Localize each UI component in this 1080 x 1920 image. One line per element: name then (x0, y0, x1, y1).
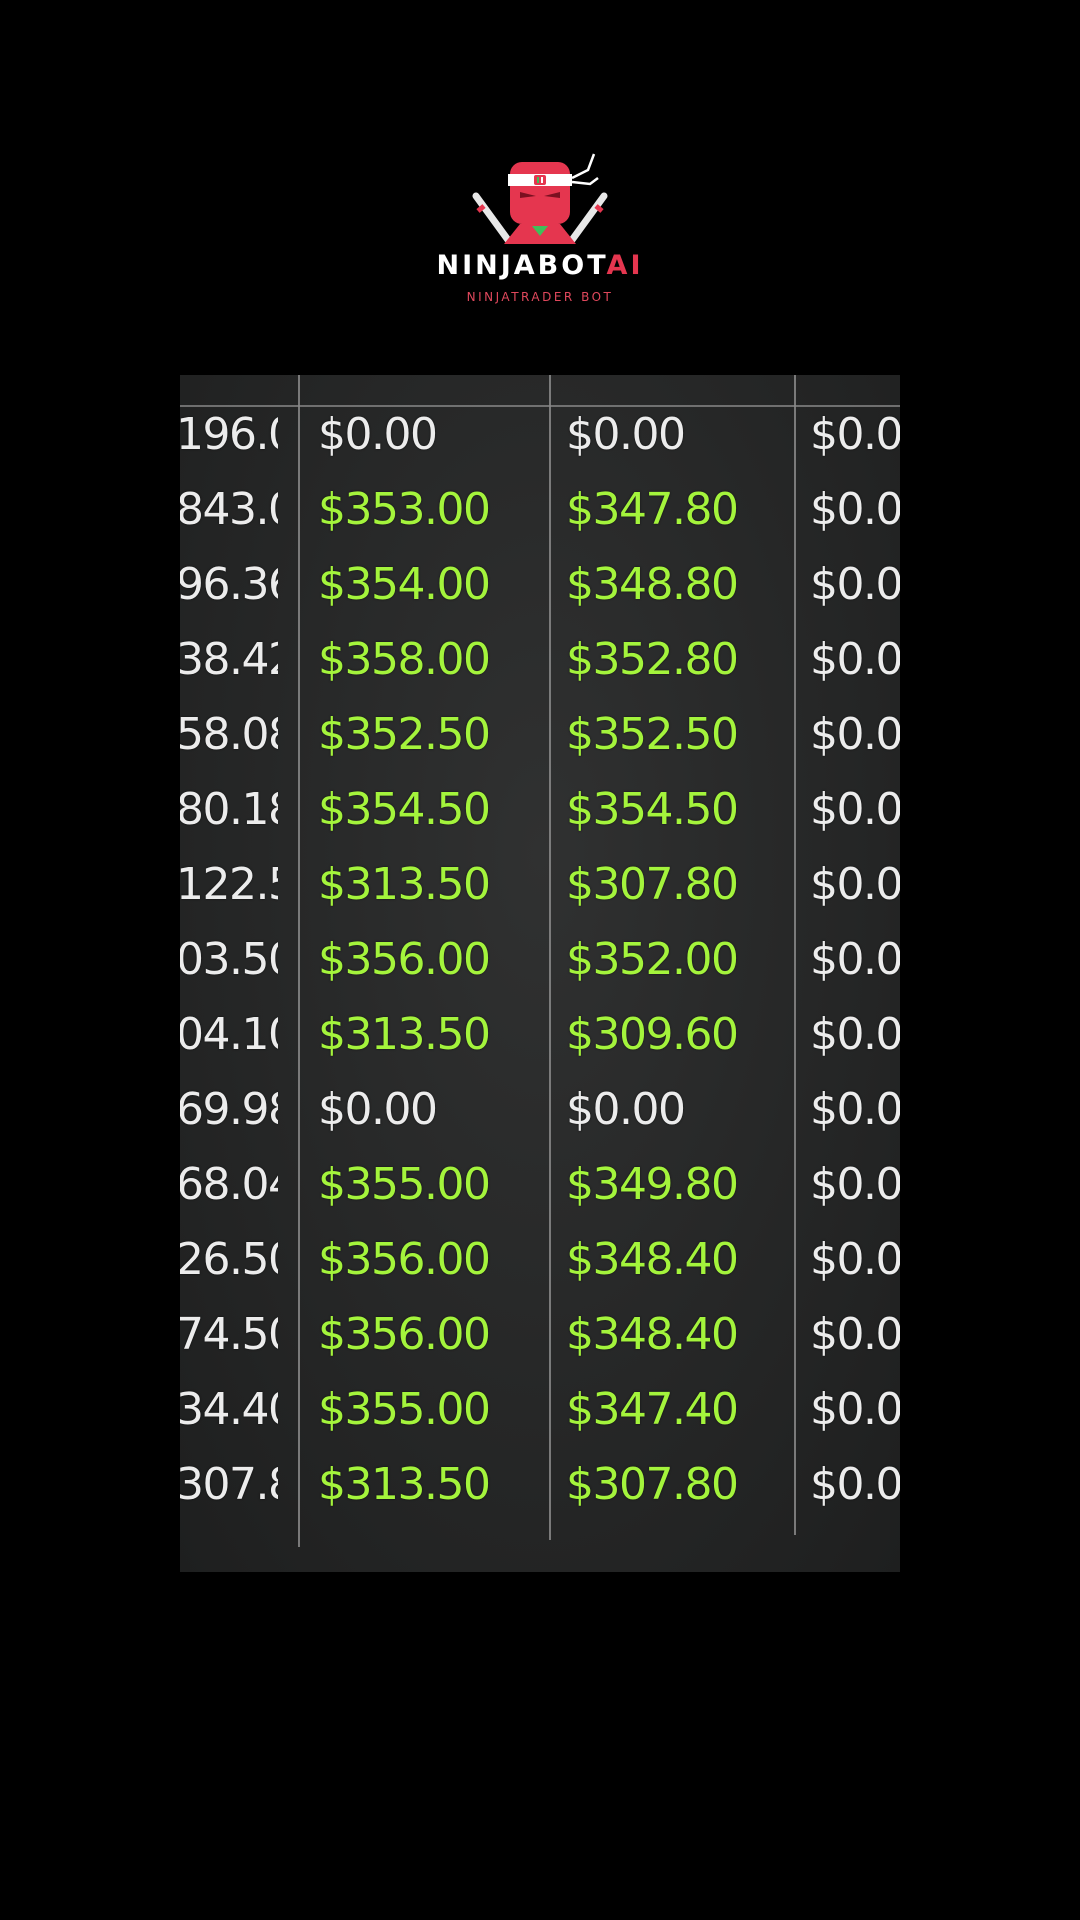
table-row: 69.98 $0.00 $0.00 $0.00 (180, 1080, 900, 1140)
cell-col-d: $0.00 (810, 1384, 900, 1435)
cell-col-b: $352.50 (318, 709, 491, 760)
cell-col-a: 307.8 (180, 1459, 278, 1510)
table-row: 307.8 $313.50 $307.80 $0.00 (180, 1455, 900, 1515)
column-header-fragment (186, 375, 276, 387)
cell-col-a: 04.10 (180, 1009, 278, 1060)
brand-name-part2: AI (606, 250, 644, 281)
cell-col-a: 74.50 (180, 1309, 278, 1360)
cell-col-a: 80.18 (180, 784, 278, 835)
cell-col-d: $0.00 (810, 1084, 900, 1135)
cell-col-b: $356.00 (318, 934, 491, 985)
cell-col-a: 196.0 (180, 409, 278, 460)
cell-col-b: $356.00 (318, 1234, 491, 1285)
cell-col-d: $0.00 (810, 634, 900, 685)
cell-col-c: $352.00 (566, 934, 739, 985)
cell-col-b: $358.00 (318, 634, 491, 685)
cell-col-d: $0.00 (810, 1309, 900, 1360)
cell-col-b: $353.00 (318, 484, 491, 535)
cell-col-a: 58.08 (180, 709, 278, 760)
cell-col-c: $352.80 (566, 634, 739, 685)
cell-col-a: 03.50 (180, 934, 278, 985)
cell-col-d: $0.00 (810, 1234, 900, 1285)
cell-col-a: 38.42 (180, 634, 278, 685)
table-row: 80.18 $354.50 $354.50 $0.00 (180, 780, 900, 840)
cell-col-c: $0.00 (566, 409, 686, 460)
table-row: 68.04 $355.00 $349.80 $0.00 (180, 1155, 900, 1215)
table-row: 03.50 $356.00 $352.00 $0.00 (180, 930, 900, 990)
table-row: 38.42 $358.00 $352.80 $0.00 (180, 630, 900, 690)
cell-col-d: $0.00 (810, 859, 900, 910)
cell-col-a: 122.5 (180, 859, 278, 910)
cell-col-b: $313.50 (318, 1009, 491, 1060)
cell-col-b: $354.50 (318, 784, 491, 835)
brand-tagline: NINJATRADER BOT (466, 290, 614, 304)
table-row: 843.0 $353.00 $347.80 $0.00 (180, 480, 900, 540)
cell-col-c: $348.40 (566, 1309, 739, 1360)
cell-col-b: $355.00 (318, 1159, 491, 1210)
cell-col-b: $356.00 (318, 1309, 491, 1360)
table-row: 34.40 $355.00 $347.40 $0.00 (180, 1380, 900, 1440)
cell-col-a: 96.36 (180, 559, 278, 610)
cell-col-a: 843.0 (180, 484, 278, 535)
cell-col-c: $354.50 (566, 784, 739, 835)
cell-col-b: $313.50 (318, 859, 491, 910)
table-row: 58.08 $352.50 $352.50 $0.00 (180, 705, 900, 765)
table-row: 04.10 $313.50 $309.60 $0.00 (180, 1005, 900, 1065)
brand-logo: NINJABOTAI NINJATRADER BOT (380, 140, 700, 320)
cell-col-c: $349.80 (566, 1159, 739, 1210)
cell-col-c: $348.80 (566, 559, 739, 610)
table-row: 26.50 $356.00 $348.40 $0.00 (180, 1230, 900, 1290)
cell-col-d: $0.00 (810, 409, 900, 460)
cell-col-c: $307.80 (566, 859, 739, 910)
cell-col-a: 69.98 (180, 1084, 278, 1135)
cell-col-d: $0.00 (810, 559, 900, 610)
trades-table-photo: 196.0 $0.00 $0.00 $0.00 843.0 $353.00 $347.80 $… (180, 375, 900, 1572)
cell-col-b: $354.00 (318, 559, 491, 610)
cell-col-a: 34.40 (180, 1384, 278, 1435)
cell-col-a: 26.50 (180, 1234, 278, 1285)
cell-col-d: $0.00 (810, 934, 900, 985)
cell-col-d: $0.00 (810, 1459, 900, 1510)
cell-col-c: $347.40 (566, 1384, 739, 1435)
ninja-robot-icon (472, 153, 608, 244)
table-row: 96.36 $354.00 $348.80 $0.00 (180, 555, 900, 615)
cell-col-b: $313.50 (318, 1459, 491, 1510)
cell-col-a: 68.04 (180, 1159, 278, 1210)
brand-name: NINJABOTAI (380, 252, 700, 279)
cell-col-d: $0.00 (810, 709, 900, 760)
cell-col-d: $0.00 (810, 1159, 900, 1210)
cell-col-c: $348.40 (566, 1234, 739, 1285)
cell-col-c: $347.80 (566, 484, 739, 535)
cell-col-b: $355.00 (318, 1384, 491, 1435)
cell-col-d: $0.00 (810, 1009, 900, 1060)
cell-col-b: $0.00 (318, 1084, 438, 1135)
table-row: 196.0 $0.00 $0.00 $0.00 (180, 405, 900, 465)
cell-col-c: $352.50 (566, 709, 739, 760)
cell-col-c: $0.00 (566, 1084, 686, 1135)
cell-col-d: $0.00 (810, 784, 900, 835)
table-row: 122.5 $313.50 $307.80 $0.00 (180, 855, 900, 915)
cell-col-c: $309.60 (566, 1009, 739, 1060)
table-row: 74.50 $356.00 $348.40 $0.00 (180, 1305, 900, 1365)
cell-col-d: $0.00 (810, 484, 900, 535)
cell-col-b: $0.00 (318, 409, 438, 460)
cell-col-c: $307.80 (566, 1459, 739, 1510)
brand-name-part1: NINJABOT (436, 250, 607, 281)
